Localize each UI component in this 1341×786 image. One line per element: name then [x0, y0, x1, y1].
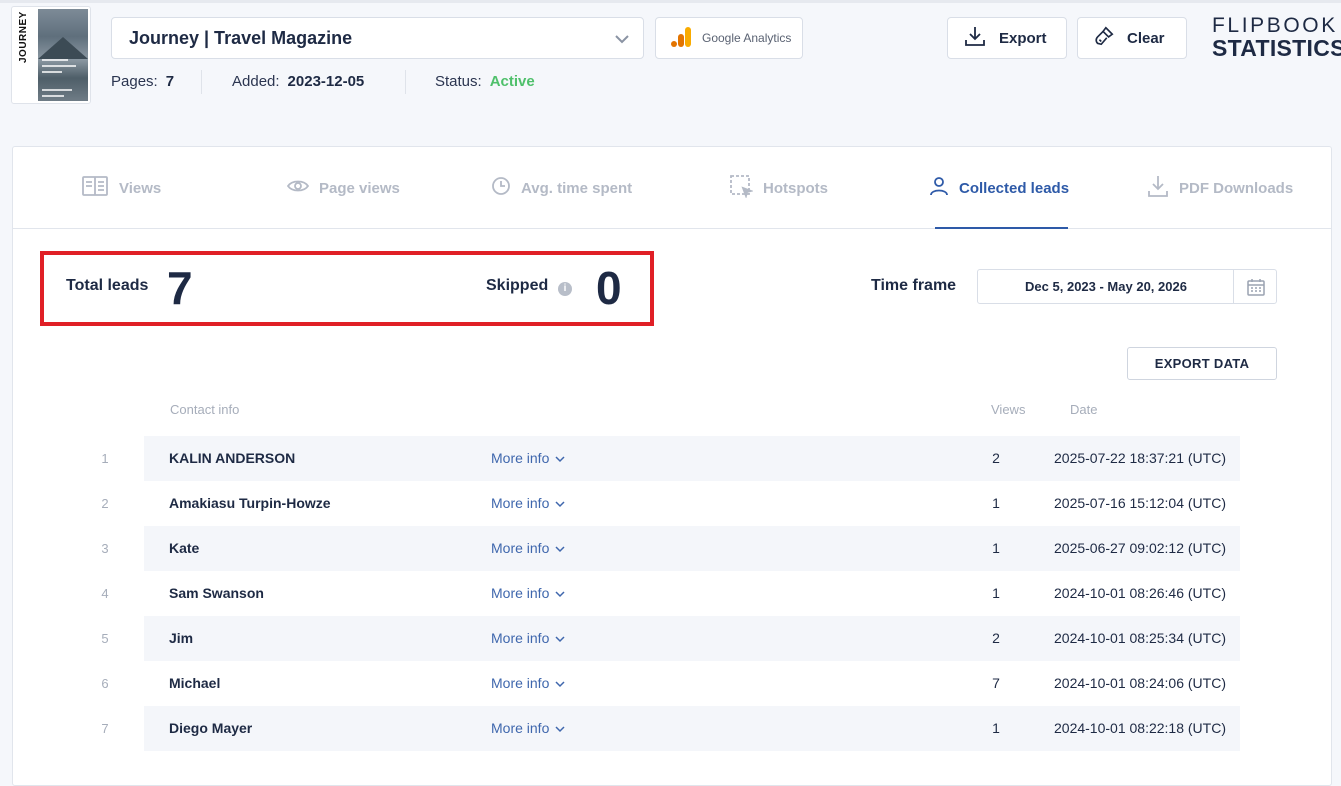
lead-name: Jim — [169, 630, 194, 646]
clock-icon — [491, 176, 511, 200]
tab-page-views[interactable]: Page views — [286, 147, 400, 229]
eye-icon — [286, 178, 310, 198]
more-info-toggle[interactable]: More info — [491, 526, 565, 571]
tab-hotspots[interactable]: Hotspots — [729, 147, 828, 229]
lead-date: 2024-10-01 08:24:06 (UTC) — [1054, 675, 1226, 691]
column-header-views: Views — [991, 402, 1026, 417]
chevron-down-icon — [555, 545, 565, 552]
table-row: 5 Jim More info 2 2024-10-01 08:25:34 (U… — [101, 616, 1240, 661]
lead-date: 2025-07-22 18:37:21 (UTC) — [1054, 450, 1226, 466]
status-info: Status: Active — [435, 73, 535, 90]
status-badge: Active — [489, 73, 535, 90]
skipped-value: 0 — [596, 262, 622, 314]
table-row: 3 Kate More info 1 2025-06-27 09:02:12 (… — [101, 526, 1240, 571]
google-analytics-button[interactable]: Google Analytics — [655, 17, 803, 59]
export-label: Export — [999, 29, 1047, 47]
lead-name: Diego Mayer — [169, 720, 253, 736]
chevron-down-icon — [555, 455, 565, 462]
time-frame-value: Dec 5, 2023 - May 20, 2026 — [1025, 279, 1187, 294]
total-leads-value: 7 — [167, 262, 193, 314]
statistics-tabs: Views Page views Avg. time spent Hotspot… — [13, 147, 1331, 229]
top-border — [0, 0, 1341, 3]
lead-views: 1 — [992, 720, 1000, 736]
tab-views[interactable]: Views — [81, 147, 161, 229]
lead-date: 2024-10-01 08:25:34 (UTC) — [1054, 630, 1226, 646]
brand-logo: FLIPBOOK STATISTICS — [1212, 14, 1341, 61]
table-row: 7 Diego Mayer More info 1 2024-10-01 08:… — [101, 706, 1240, 751]
lead-views: 7 — [992, 675, 1000, 691]
google-analytics-label: Google Analytics — [702, 31, 792, 45]
clear-button[interactable]: Clear — [1077, 17, 1187, 59]
table-row: 4 Sam Swanson More info 1 2024-10-01 08:… — [101, 571, 1240, 616]
lead-views: 1 — [992, 540, 1000, 556]
flipbook-cover-thumbnail[interactable]: JOURNEY — [11, 6, 91, 104]
chevron-down-icon — [555, 590, 565, 597]
column-header-contact-info: Contact info — [170, 402, 240, 417]
cover-image — [38, 9, 88, 101]
more-info-toggle[interactable]: More info — [491, 436, 565, 481]
total-leads-label: Total leads — [66, 277, 149, 294]
info-icon[interactable]: i — [558, 282, 572, 296]
table-row: 2 Amakiasu Turpin-Howze More info 1 2025… — [101, 481, 1240, 526]
clear-label: Clear — [1127, 29, 1165, 47]
lead-date: 2025-07-16 15:12:04 (UTC) — [1054, 495, 1226, 511]
lead-name: Kate — [169, 540, 200, 556]
cover-title: JOURNEY — [18, 11, 29, 63]
brush-icon — [1093, 25, 1115, 51]
download-icon — [1147, 174, 1169, 202]
added-value: 2023-12-05 — [287, 73, 365, 90]
time-frame-label: Time frame — [871, 277, 957, 294]
pages-info: Pages: 7 — [111, 73, 175, 90]
flipbook-title: Journey | Travel Magazine — [129, 27, 353, 48]
views-icon — [81, 175, 109, 201]
pages-value: 7 — [165, 73, 175, 90]
flipbook-select[interactable]: Journey | Travel Magazine — [111, 17, 644, 59]
more-info-toggle[interactable]: More info — [491, 616, 565, 661]
more-info-toggle[interactable]: More info — [491, 661, 565, 706]
google-analytics-icon — [670, 25, 694, 52]
export-data-button[interactable]: EXPORT DATA — [1127, 347, 1277, 380]
lead-name: Michael — [169, 675, 221, 691]
lead-name: Sam Swanson — [169, 585, 264, 601]
column-header-date: Date — [1070, 402, 1098, 417]
added-info: Added: 2023-12-05 — [232, 73, 365, 90]
lead-views: 1 — [992, 495, 1000, 511]
download-icon — [963, 24, 987, 52]
chevron-down-icon — [555, 725, 565, 732]
lead-date: 2025-06-27 09:02:12 (UTC) — [1054, 540, 1226, 556]
tab-avg-time-spent[interactable]: Avg. time spent — [491, 147, 632, 229]
lead-views: 1 — [992, 585, 1000, 601]
chevron-down-icon — [555, 500, 565, 507]
meta-divider — [201, 70, 202, 94]
more-info-toggle[interactable]: More info — [491, 571, 565, 616]
time-frame-picker[interactable]: Dec 5, 2023 - May 20, 2026 — [977, 269, 1277, 304]
user-icon — [929, 176, 949, 200]
lead-date: 2024-10-01 08:26:46 (UTC) — [1054, 585, 1226, 601]
export-button[interactable]: Export — [947, 17, 1067, 59]
more-info-toggle[interactable]: More info — [491, 706, 565, 751]
chevron-down-icon — [613, 30, 631, 53]
hotspot-icon — [729, 174, 755, 202]
lead-views: 2 — [992, 630, 1000, 646]
lead-name: KALIN ANDERSON — [169, 450, 296, 466]
table-row: 6 Michael More info 7 2024-10-01 08:24:0… — [101, 661, 1240, 706]
meta-divider — [405, 70, 406, 94]
calendar-icon[interactable] — [1233, 270, 1277, 303]
table-row: 1 KALIN ANDERSON More info 2 2025-07-22 … — [101, 436, 1240, 481]
lead-date: 2024-10-01 08:22:18 (UTC) — [1054, 720, 1226, 736]
more-info-toggle[interactable]: More info — [491, 481, 565, 526]
skipped-label: Skipped — [486, 277, 549, 294]
active-tab-indicator — [935, 227, 1068, 229]
leads-summary: Total leads 7 Skipped i 0 — [40, 251, 654, 326]
chevron-down-icon — [555, 680, 565, 687]
tab-pdf-downloads[interactable]: PDF Downloads — [1147, 147, 1293, 229]
lead-name: Amakiasu Turpin-Howze — [169, 495, 331, 511]
lead-views: 2 — [992, 450, 1000, 466]
tab-collected-leads[interactable]: Collected leads — [929, 147, 1069, 229]
chevron-down-icon — [555, 635, 565, 642]
